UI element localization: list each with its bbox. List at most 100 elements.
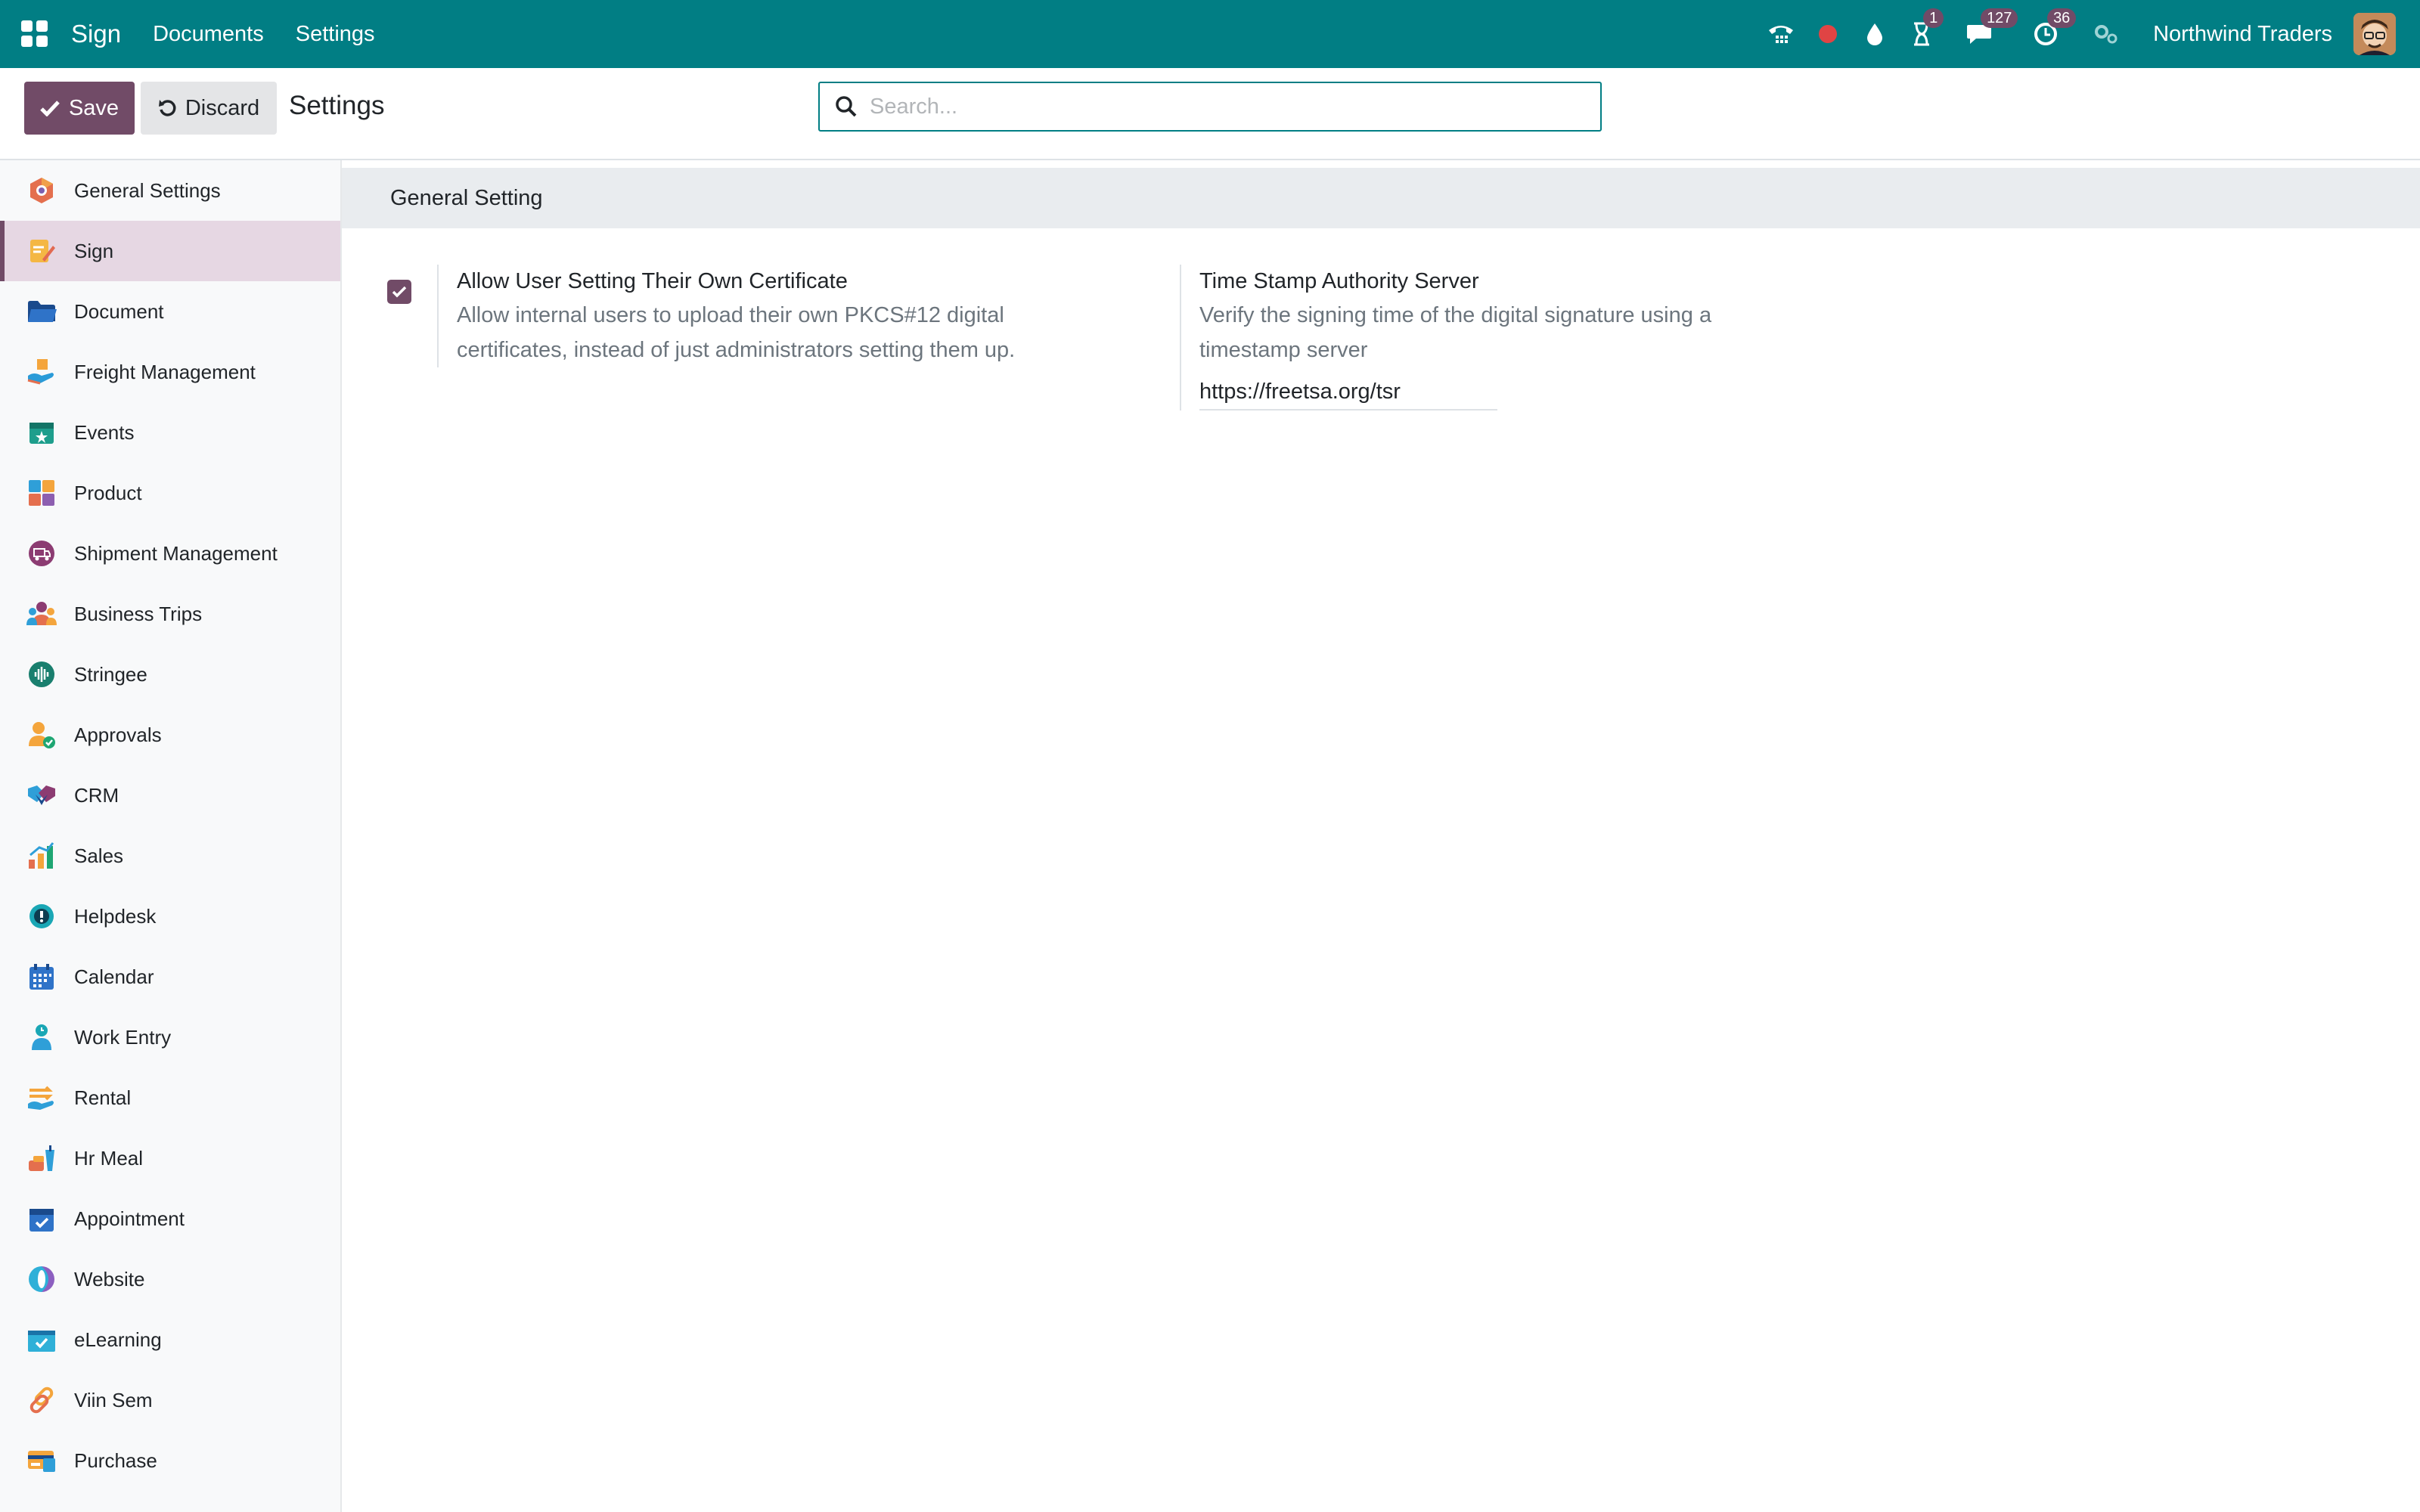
own-certificate-desc-1: Allow internal users to upload their own… xyxy=(457,303,1004,327)
work-entry-icon xyxy=(26,1021,57,1053)
own-certificate-desc-2: certificates, instead of just administra… xyxy=(457,338,1016,362)
sidebar-item-label: Sign xyxy=(74,239,114,262)
appointment-icon xyxy=(26,1203,57,1235)
sidebar-item-website[interactable]: Website xyxy=(0,1249,340,1309)
menu-settings[interactable]: Settings xyxy=(296,22,375,47)
settings-hex-icon xyxy=(26,175,57,206)
events-icon xyxy=(26,417,57,448)
sidebar-item-crm[interactable]: CRM xyxy=(0,765,340,826)
elearning-icon xyxy=(26,1324,57,1356)
sidebar-item-label: Business Trips xyxy=(74,602,203,625)
sidebar-item-approvals[interactable]: Approvals xyxy=(0,705,340,765)
company-name[interactable]: Northwind Traders xyxy=(2153,22,2332,47)
control-panel: Save Discard Settings xyxy=(0,68,2420,160)
sidebar-item-label: Freight Management xyxy=(74,360,256,383)
undo-icon xyxy=(158,100,176,116)
tsa-url-input[interactable] xyxy=(1199,380,1497,411)
sidebar-item-label: Document xyxy=(74,299,164,323)
crm-icon xyxy=(26,779,57,811)
company-switch-gears-icon[interactable] xyxy=(2091,19,2121,49)
page-title: Settings xyxy=(289,91,385,120)
menu-documents[interactable]: Documents xyxy=(153,22,264,47)
tsa-desc-2: timestamp server xyxy=(1199,338,1368,362)
sidebar-item-hr-meal[interactable]: Hr Meal xyxy=(0,1128,340,1188)
sidebar-item-label: Appointment xyxy=(74,1207,185,1230)
sidebar-item-label: Events xyxy=(74,420,135,444)
sidebar-item-business-trips[interactable]: Business Trips xyxy=(0,584,340,644)
sidebar-item-label: CRM xyxy=(74,783,119,807)
tsa-desc-1: Verify the signing time of the digital s… xyxy=(1199,303,1712,327)
sign-icon xyxy=(26,235,57,267)
check-icon xyxy=(40,101,60,116)
sidebar-item-label: Approvals xyxy=(74,723,162,746)
own-certificate-checkbox[interactable] xyxy=(387,280,411,304)
user-avatar[interactable] xyxy=(2353,13,2396,55)
sidebar-item-helpdesk[interactable]: Helpdesk xyxy=(0,886,340,947)
hr-meal-icon xyxy=(26,1142,57,1174)
business-trips-icon xyxy=(26,598,57,630)
discard-button[interactable]: Discard xyxy=(141,82,277,135)
sidebar-item-label: Website xyxy=(74,1267,145,1290)
purchase-icon xyxy=(26,1445,57,1476)
save-button[interactable]: Save xyxy=(24,82,135,135)
website-icon xyxy=(26,1263,57,1295)
settings-sidebar: General Settings Sign Document Freight M… xyxy=(0,160,342,1512)
sidebar-item-sales[interactable]: Sales xyxy=(0,826,340,886)
sidebar-item-events[interactable]: Events xyxy=(0,402,340,463)
sidebar-item-stringee[interactable]: Stringee xyxy=(0,644,340,705)
section-title: General Setting xyxy=(342,168,2420,228)
drop-icon[interactable] xyxy=(1860,19,1890,49)
sidebar-item-appointment[interactable]: Appointment xyxy=(0,1188,340,1249)
sidebar-item-viin-sem[interactable]: Viin Sem xyxy=(0,1370,340,1430)
viin-sem-icon xyxy=(26,1384,57,1416)
sidebar-item-label: Calendar xyxy=(74,965,154,988)
sidebar-item-label: Product xyxy=(74,481,142,504)
helpdesk-icon xyxy=(26,900,57,932)
sidebar-item-label: General Settings xyxy=(74,178,221,202)
sidebar-item-calendar[interactable]: Calendar xyxy=(0,947,340,1007)
folder-icon xyxy=(26,296,57,327)
search-icon xyxy=(836,96,857,117)
sidebar-item-freight-management[interactable]: Freight Management xyxy=(0,342,340,402)
sidebar-item-elearning[interactable]: eLearning xyxy=(0,1309,340,1370)
top-navbar: Sign Documents Settings 1 127 36 Northwi… xyxy=(0,0,2420,68)
apps-menu-icon[interactable] xyxy=(21,20,48,48)
sidebar-item-sign[interactable]: Sign xyxy=(0,221,340,281)
sidebar-item-general-settings[interactable]: General Settings xyxy=(0,160,340,221)
sidebar-item-label: Rental xyxy=(74,1086,132,1109)
sidebar-item-label: Helpdesk xyxy=(74,904,157,928)
phone-icon[interactable] xyxy=(1766,19,1796,49)
sidebar-item-document[interactable]: Document xyxy=(0,281,340,342)
save-label: Save xyxy=(68,95,119,120)
sidebar-item-shipment-management[interactable]: Shipment Management xyxy=(0,523,340,584)
setting-own-certificate: Allow User Setting Their Own Certificate… xyxy=(387,265,1106,367)
search-bar xyxy=(818,82,1602,132)
sidebar-item-work-entry[interactable]: Work Entry xyxy=(0,1007,340,1067)
approvals-icon xyxy=(26,719,57,751)
sidebar-item-label: eLearning xyxy=(74,1328,162,1351)
timer-clock-icon[interactable]: 36 xyxy=(2031,8,2077,49)
recording-dot-icon[interactable] xyxy=(1813,19,1843,49)
timer-badge: 36 xyxy=(2047,8,2077,28)
app-brand[interactable]: Sign xyxy=(71,20,121,48)
discard-label: Discard xyxy=(185,95,260,120)
sidebar-item-product[interactable]: Product xyxy=(0,463,340,523)
freight-icon xyxy=(26,356,57,388)
sidebar-item-label: Stringee xyxy=(74,662,147,686)
sidebar-item-rental[interactable]: Rental xyxy=(0,1067,340,1128)
activities-badge: 1 xyxy=(1923,8,1944,28)
search-input[interactable] xyxy=(870,94,1550,119)
checkbox-check-icon xyxy=(392,286,407,298)
product-icon xyxy=(26,477,57,509)
shipment-icon xyxy=(26,538,57,569)
sales-icon xyxy=(26,840,57,872)
settings-content: General Setting Allow User Setting Their… xyxy=(342,168,2420,1512)
calendar-icon xyxy=(26,961,57,993)
stringee-icon xyxy=(26,658,57,690)
sidebar-item-label: Viin Sem xyxy=(74,1388,153,1411)
messages-icon[interactable]: 127 xyxy=(1964,8,2018,49)
sidebar-item-purchase[interactable]: Purchase xyxy=(0,1430,340,1491)
activities-hourglass-icon[interactable]: 1 xyxy=(1907,8,1944,49)
setting-tsa-server: Time Stamp Authority Server Verify the s… xyxy=(1180,265,1845,411)
messages-badge: 127 xyxy=(1981,8,2018,28)
